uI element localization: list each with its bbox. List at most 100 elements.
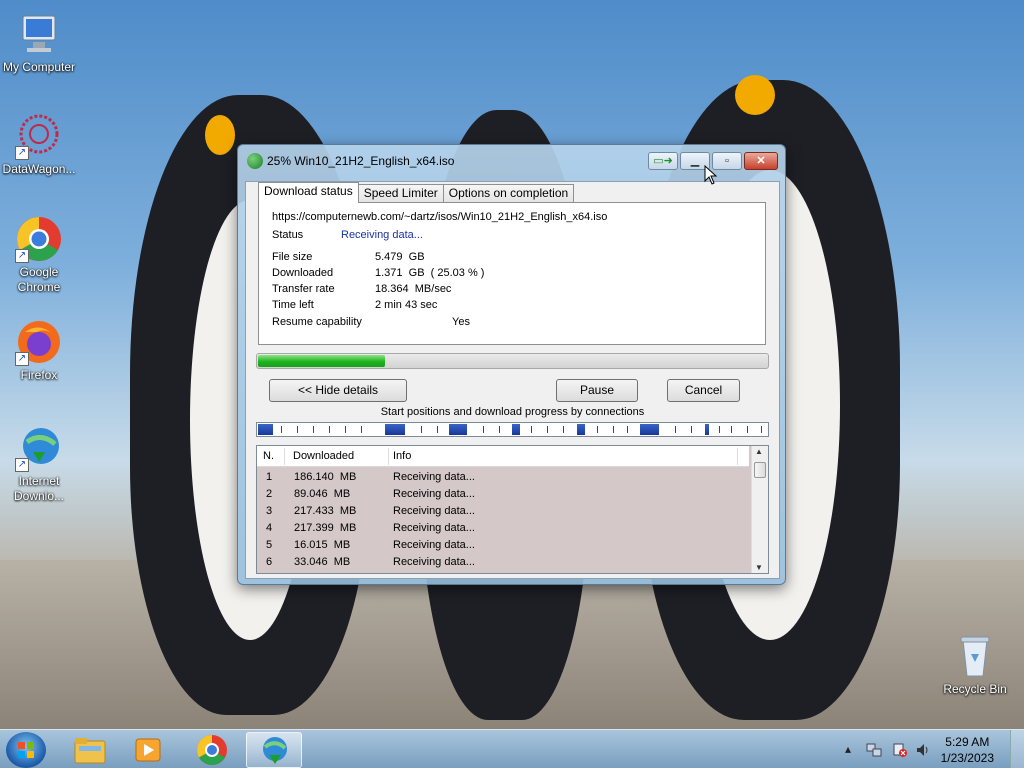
taskbar-explorer-button[interactable] [62, 732, 118, 768]
chrome-icon: ↗ [15, 215, 63, 263]
connection-segment [640, 424, 659, 435]
windows-logo-icon [18, 742, 34, 758]
connection-tick [691, 426, 692, 433]
connection-tick [747, 426, 748, 433]
close-button[interactable]: ✕ [744, 152, 778, 170]
table-row[interactable]: 1 186.140 MB Receiving data... [257, 469, 749, 486]
row-number: 6 [266, 556, 273, 568]
taskbar-clock[interactable]: 5:29 AM 1/23/2023 [941, 734, 994, 766]
idm-icon: ↗ [15, 424, 63, 472]
show-desktop-button[interactable] [1010, 730, 1024, 768]
connection-tick [731, 426, 732, 433]
downloaded-value: 1.371 GB ( 25.03 % ) [375, 267, 485, 279]
window-titlebar[interactable]: 25% Win10_21H2_English_x64.iso ▭➜ ▁ ▫ ✕ [238, 145, 785, 175]
file-size-label: File size [272, 251, 313, 263]
connection-segment [258, 424, 273, 435]
desktop-icon-label: Firefox [20, 368, 58, 382]
action-center-tray-icon[interactable] [892, 742, 908, 761]
folder-icon [74, 738, 106, 764]
column-header-info[interactable]: Info [393, 450, 411, 462]
desktop-icon-firefox[interactable]: ↗ Firefox [0, 318, 78, 383]
speaker-icon [917, 744, 928, 756]
chevron-up-icon: ▴ [845, 742, 852, 756]
taskbar: ▴ 5:29 AM 1/23/2023 [0, 729, 1024, 768]
table-row[interactable]: 4 217.399 MB Receiving data... [257, 520, 749, 537]
row-downloaded: 89.046 MB [294, 488, 351, 500]
desktop-icon-my-computer[interactable]: My Computer [0, 10, 78, 75]
connection-tick [499, 426, 500, 433]
column-header-downloaded[interactable]: Downloaded [293, 450, 354, 462]
column-header-number[interactable]: N. [263, 450, 274, 462]
row-downloaded: 33.046 MB [294, 556, 351, 568]
table-row[interactable]: 2 89.046 MB Receiving data... [257, 486, 749, 503]
desktop-icon-recycle-bin[interactable]: Recycle Bin [936, 632, 1014, 697]
connection-segment [705, 424, 709, 435]
file-size-value: 5.479 GB [375, 251, 425, 263]
connection-tick [329, 426, 330, 433]
table-row[interactable]: 6 33.046 MB Receiving data... [257, 554, 749, 571]
connection-tick [531, 426, 532, 433]
connection-tick [361, 426, 362, 433]
row-info: Receiving data... [393, 556, 475, 568]
connections-caption: Start positions and download progress by… [380, 406, 645, 418]
firefox-icon: ↗ [15, 318, 63, 366]
connections-list: N. Downloaded Info 1 186.140 MB Receivin… [256, 445, 769, 574]
row-info: Receiving data... [393, 471, 475, 483]
shortcut-arrow-icon: ↗ [15, 146, 29, 160]
connection-tick [313, 426, 314, 433]
connection-tick [547, 426, 548, 433]
taskbar-chrome-button[interactable] [184, 732, 240, 768]
desktop-icon-label: Google Chrome [17, 265, 61, 294]
row-number: 2 [266, 488, 273, 500]
desktop-icon-google-chrome[interactable]: ↗ Google Chrome [0, 215, 78, 295]
connection-tick [761, 426, 762, 433]
column-separator[interactable] [737, 448, 738, 465]
vertical-scrollbar[interactable]: ▲ ▼ [751, 446, 768, 573]
cancel-button[interactable]: Cancel [667, 379, 740, 402]
pause-button[interactable]: Pause [556, 379, 638, 402]
start-button[interactable] [6, 732, 46, 768]
tab-options-on-completion[interactable]: Options on completion [442, 184, 575, 203]
download-status-panel: https://computernewb.com/~dartz/isos/Win… [258, 202, 766, 345]
recycle-bin-icon [951, 632, 999, 680]
download-progress-bar [256, 353, 769, 369]
connection-tick [675, 426, 676, 433]
taskbar-idm-button[interactable] [246, 732, 302, 768]
scroll-up-icon[interactable]: ▲ [755, 447, 763, 456]
row-number: 1 [266, 471, 273, 483]
row-number: 4 [266, 522, 273, 534]
tab-download-status[interactable]: Download status [258, 182, 359, 203]
desktop-icon-datawagon[interactable]: ↗ DataWagon... [0, 112, 78, 177]
window-client-area: Download status Speed Limiter Options on… [245, 181, 780, 579]
column-separator[interactable] [284, 448, 285, 465]
connection-tick [281, 426, 282, 433]
connection-tick [613, 426, 614, 433]
column-separator[interactable] [388, 448, 389, 465]
table-row[interactable]: 5 16.015 MB Receiving data... [257, 537, 749, 554]
close-icon: ✕ [756, 155, 766, 167]
desktop-icon-internet-download-manager[interactable]: ↗ Internet Downlo... [0, 424, 78, 504]
chrome-icon [196, 735, 227, 766]
tab-speed-limiter[interactable]: Speed Limiter [357, 184, 444, 203]
shortcut-arrow-icon: ↗ [15, 458, 29, 472]
action-center-flag-icon [893, 743, 907, 757]
resume-capability-label: Resume capability [272, 316, 362, 328]
volume-tray-icon[interactable] [915, 742, 931, 761]
time-left-value: 2 min 43 sec [375, 299, 438, 311]
table-row[interactable]: 3 217.433 MB Receiving data... [257, 503, 749, 520]
show-hidden-icons-button[interactable]: ▴ [845, 742, 851, 756]
network-tray-icon[interactable] [866, 742, 882, 761]
taskbar-media-player-button[interactable] [120, 732, 176, 768]
connection-tick [719, 426, 720, 433]
connection-tick [597, 426, 598, 433]
minimize-to-tray-button[interactable]: ▭➜ [648, 152, 678, 170]
scroll-thumb[interactable] [754, 462, 766, 478]
row-info: Receiving data... [393, 522, 475, 534]
mouse-cursor-icon [704, 165, 718, 185]
connection-tick [437, 426, 438, 433]
shortcut-arrow-icon: ↗ [15, 352, 29, 366]
hide-details-button[interactable]: << Hide details [269, 379, 407, 402]
connection-tick [627, 426, 628, 433]
scroll-down-icon[interactable]: ▼ [755, 563, 763, 572]
connection-progress-map [256, 422, 769, 437]
